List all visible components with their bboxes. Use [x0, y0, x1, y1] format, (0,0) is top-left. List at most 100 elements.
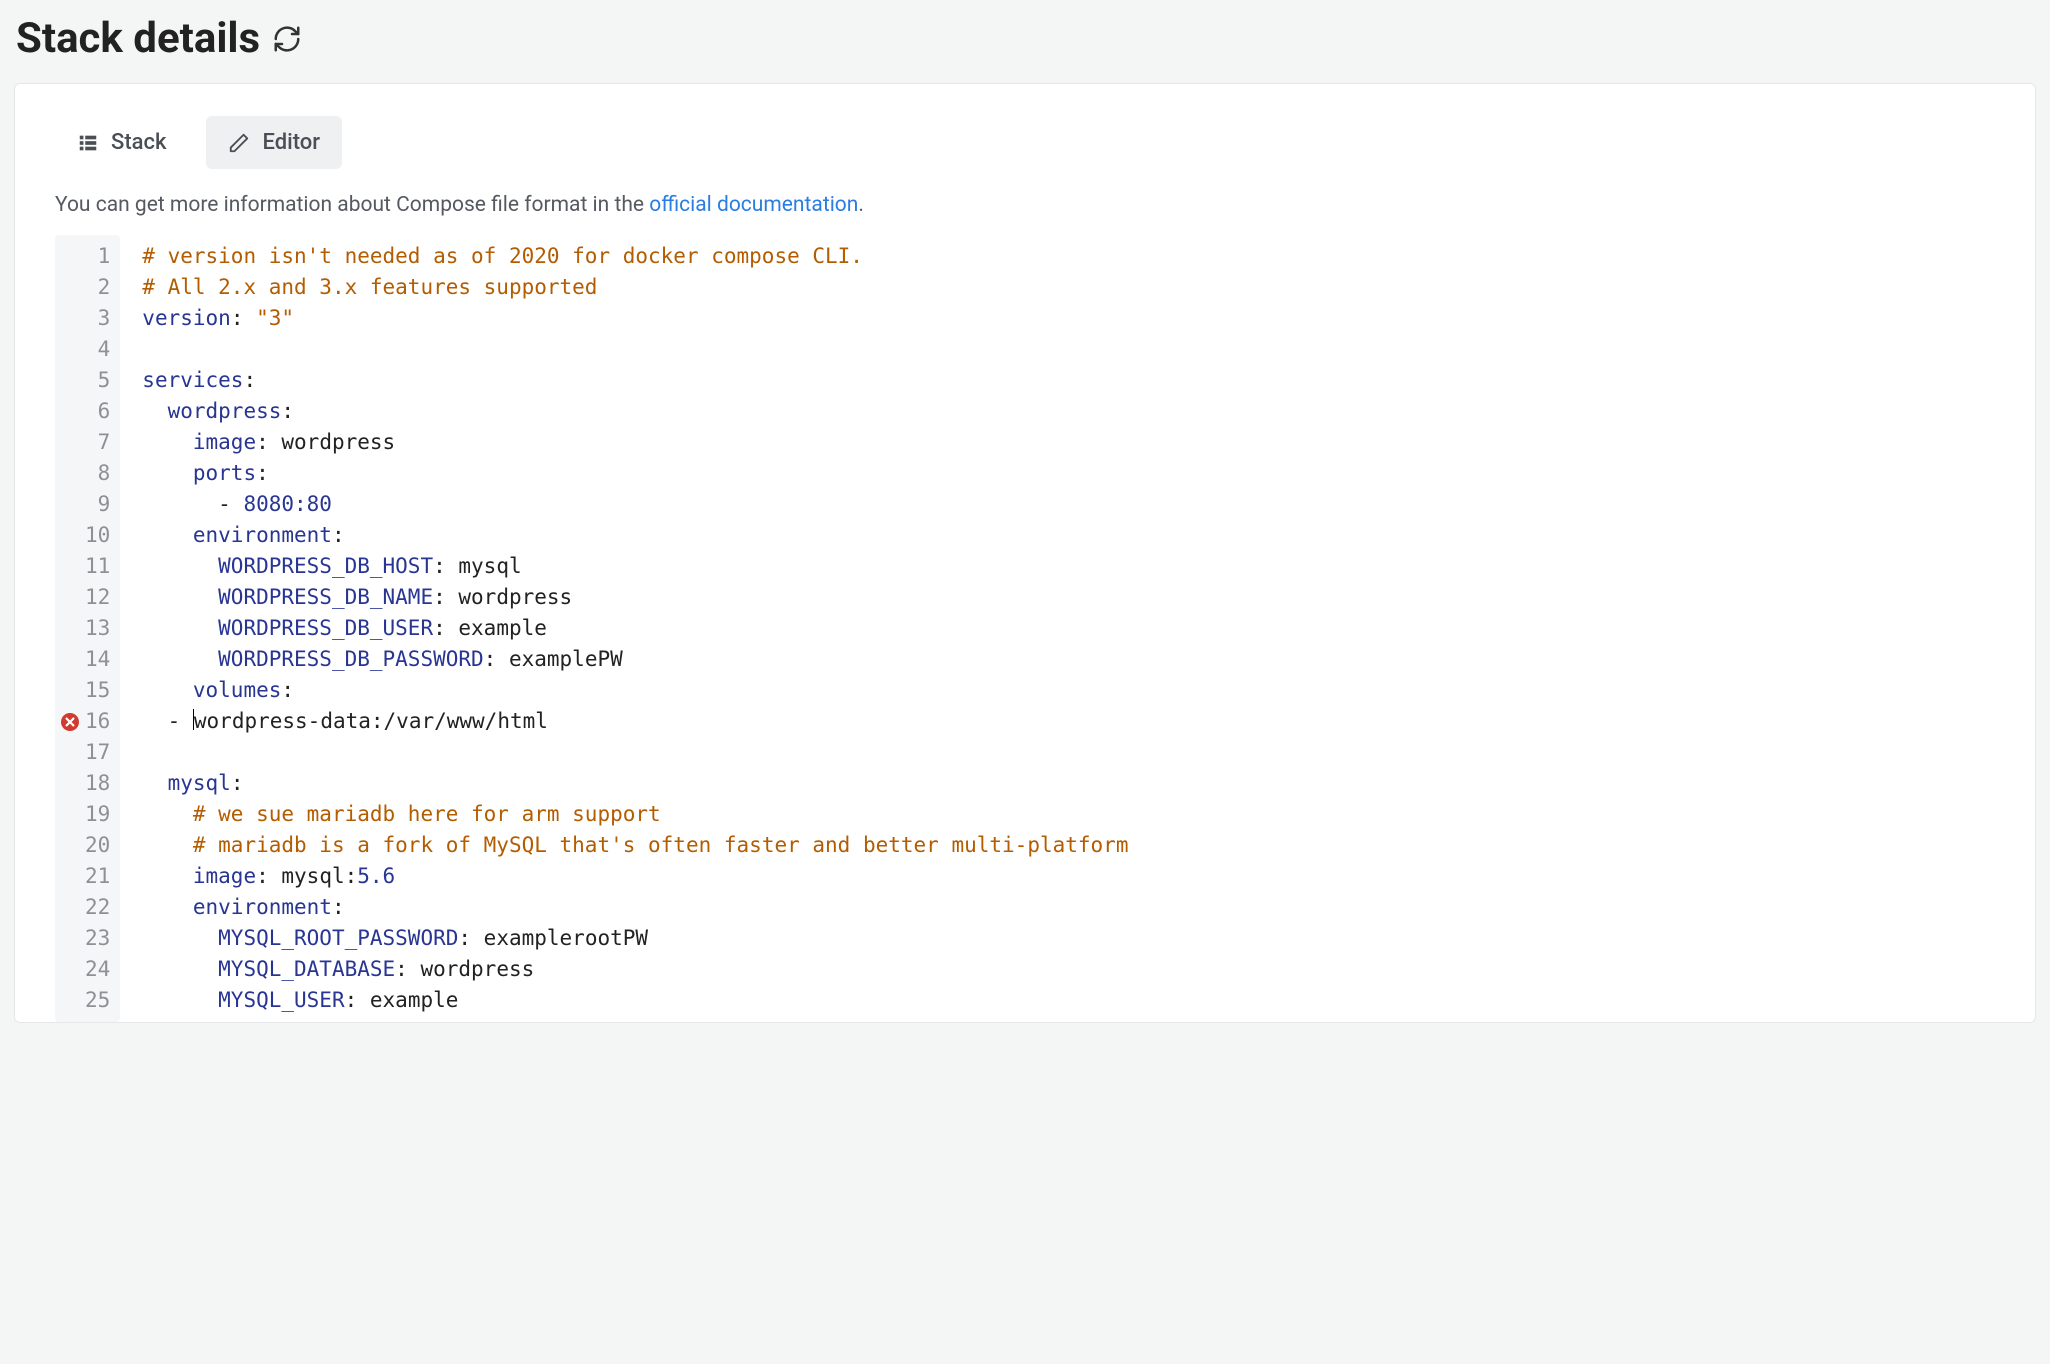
code-line[interactable]: MYSQL_DATABASE: wordpress: [142, 954, 1128, 985]
line-number: 20: [85, 830, 110, 861]
token-val: mysql:: [269, 864, 358, 888]
token-val: wordpress: [446, 585, 572, 609]
code-line[interactable]: WORDPRESS_DB_HOST: mysql: [142, 551, 1128, 582]
token-comment: # mariadb is a fork of MySQL that's ofte…: [193, 833, 1129, 857]
code-line[interactable]: # we sue mariadb here for arm support: [142, 799, 1128, 830]
code-line[interactable]: [142, 737, 1128, 768]
gutter-row: 2: [61, 272, 110, 303]
code-line[interactable]: - wordpress-data:/var/www/html: [142, 706, 1128, 737]
line-number: 15: [85, 675, 110, 706]
line-number: 4: [98, 334, 111, 365]
line-number: 23: [85, 923, 110, 954]
token-punc: :: [458, 926, 471, 950]
token-key: WORDPRESS_DB_NAME: [218, 585, 433, 609]
token-key: services: [142, 368, 243, 392]
token-punc: :: [281, 678, 294, 702]
token-val: [142, 647, 218, 671]
token-key: environment: [193, 523, 332, 547]
line-number: 21: [85, 861, 110, 892]
code-line[interactable]: # version isn't needed as of 2020 for do…: [142, 241, 1128, 272]
tabs: Stack Editor: [55, 116, 1995, 169]
line-number: 5: [98, 365, 111, 396]
token-key: MYSQL_USER: [218, 988, 344, 1012]
token-punc: -: [168, 709, 193, 733]
token-punc: :: [332, 523, 345, 547]
code-line[interactable]: MYSQL_USER: example: [142, 985, 1128, 1016]
line-number: 14: [85, 644, 110, 675]
code-line[interactable]: environment:: [142, 892, 1128, 923]
code-line[interactable]: WORDPRESS_DB_NAME: wordpress: [142, 582, 1128, 613]
line-number: 12: [85, 582, 110, 613]
gutter-row: 11: [61, 551, 110, 582]
code-line[interactable]: wordpress:: [142, 396, 1128, 427]
title-row: Stack details: [14, 14, 2036, 83]
token-key: image: [193, 430, 256, 454]
token-val: [142, 585, 218, 609]
code-line[interactable]: image: mysql:5.6: [142, 861, 1128, 892]
code-line[interactable]: [142, 334, 1128, 365]
gutter-row: 4: [61, 334, 110, 365]
token-punc: :: [281, 399, 294, 423]
line-number: 11: [85, 551, 110, 582]
code-line[interactable]: image: wordpress: [142, 427, 1128, 458]
line-number: 3: [98, 303, 111, 334]
code-line[interactable]: WORDPRESS_DB_PASSWORD: examplePW: [142, 644, 1128, 675]
line-number: 22: [85, 892, 110, 923]
token-val: wordpress: [408, 957, 534, 981]
line-number: 13: [85, 613, 110, 644]
refresh-icon[interactable]: [272, 24, 302, 54]
code-line[interactable]: WORDPRESS_DB_USER: example: [142, 613, 1128, 644]
info-suffix: .: [858, 193, 864, 217]
code-line[interactable]: environment:: [142, 520, 1128, 551]
tab-editor[interactable]: Editor: [206, 116, 342, 169]
line-number: 10: [85, 520, 110, 551]
details-card: StackEditor You can get more information…: [14, 83, 2036, 1023]
token-punc: :: [332, 895, 345, 919]
code-line[interactable]: MYSQL_ROOT_PASSWORD: examplerootPW: [142, 923, 1128, 954]
token-punc: :: [484, 647, 497, 671]
list-icon: [77, 132, 99, 154]
editor-code[interactable]: # version isn't needed as of 2020 for do…: [120, 235, 1128, 1022]
gutter-row: 16: [61, 706, 110, 737]
gutter-row: 20: [61, 830, 110, 861]
token-val: [142, 461, 193, 485]
code-line[interactable]: services:: [142, 365, 1128, 396]
code-line[interactable]: # mariadb is a fork of MySQL that's ofte…: [142, 830, 1128, 861]
code-line[interactable]: volumes:: [142, 675, 1128, 706]
token-key: WORDPRESS_DB_USER: [218, 616, 433, 640]
code-line[interactable]: # All 2.x and 3.x features supported: [142, 272, 1128, 303]
token-key: mysql: [168, 771, 231, 795]
token-val: [243, 306, 256, 330]
gutter-row: 1: [61, 241, 110, 272]
token-val: examplePW: [496, 647, 622, 671]
tab-stack[interactable]: Stack: [55, 116, 188, 169]
token-val: [142, 895, 193, 919]
token-key: ports: [193, 461, 256, 485]
token-punc: :: [433, 554, 446, 578]
token-val: [142, 709, 167, 733]
code-line[interactable]: mysql:: [142, 768, 1128, 799]
code-editor[interactable]: 1234567891011121314151617181920212223242…: [55, 235, 1995, 1022]
gutter-row: 12: [61, 582, 110, 613]
token-val: examplerootPW: [471, 926, 648, 950]
line-number: 17: [85, 737, 110, 768]
line-number: 25: [85, 985, 110, 1016]
token-key: WORDPRESS_DB_PASSWORD: [218, 647, 484, 671]
token-punc: :: [433, 585, 446, 609]
code-line[interactable]: - 8080:80: [142, 489, 1128, 520]
token-key: image: [193, 864, 256, 888]
code-line[interactable]: ports:: [142, 458, 1128, 489]
gutter-row: 6: [61, 396, 110, 427]
docs-link[interactable]: official documentation: [649, 193, 858, 217]
line-number: 24: [85, 954, 110, 985]
token-key: environment: [193, 895, 332, 919]
line-number: 18: [85, 768, 110, 799]
token-val: [142, 864, 193, 888]
token-punc: :: [243, 368, 256, 392]
token-val: wordpress-data:/var/www/html: [194, 709, 548, 733]
gutter-row: 21: [61, 861, 110, 892]
token-comment: # All 2.x and 3.x features supported: [142, 275, 597, 299]
code-line[interactable]: version: "3": [142, 303, 1128, 334]
token-punc: :: [256, 864, 269, 888]
token-punc: :: [395, 957, 408, 981]
